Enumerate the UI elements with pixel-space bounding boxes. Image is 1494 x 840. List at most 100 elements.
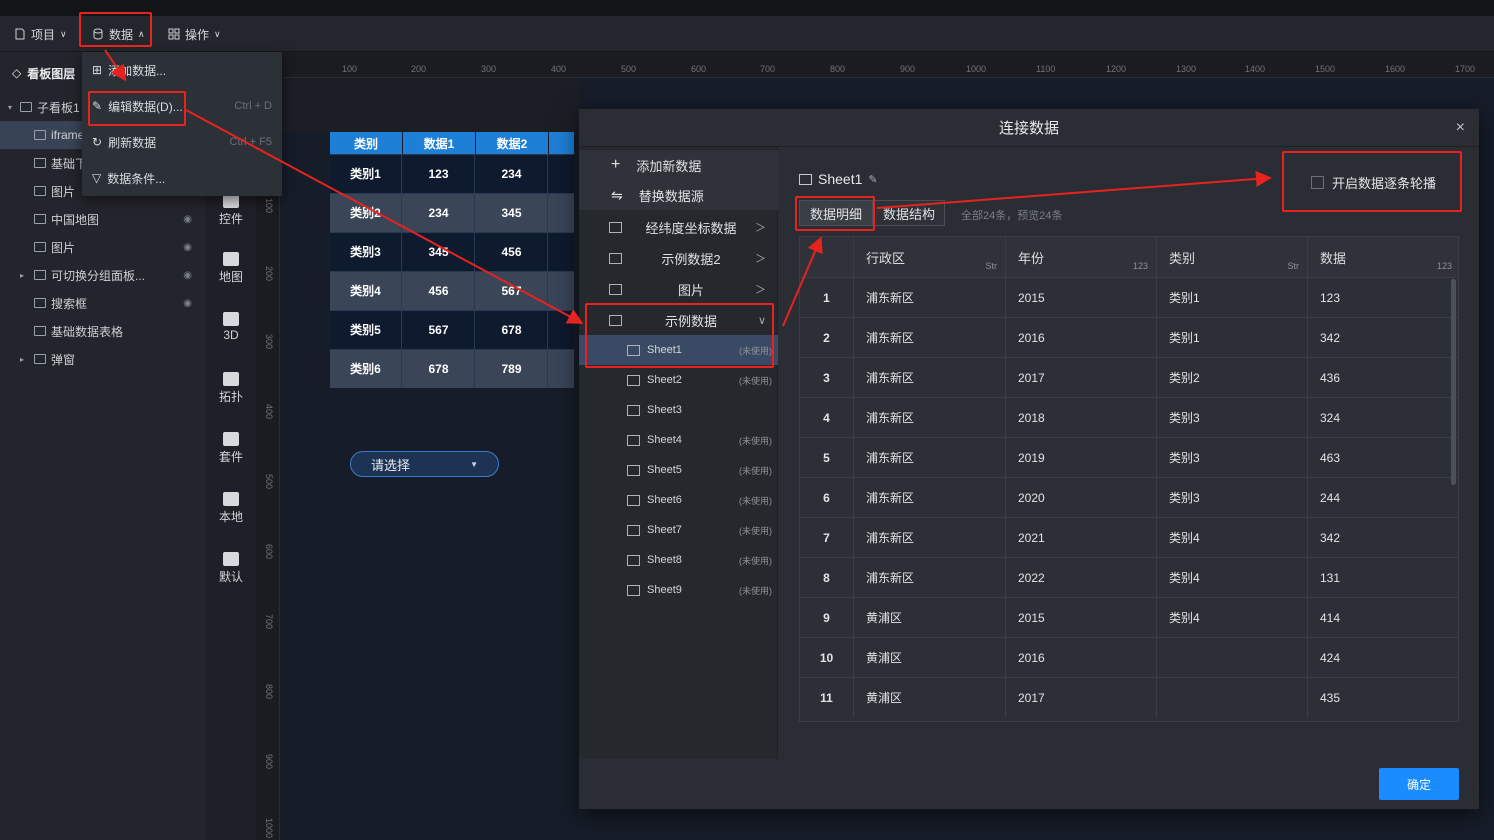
sheet-name: Sheet5 xyxy=(647,464,682,476)
row-index: 4 xyxy=(800,397,854,437)
table-cell: 黄浦区 xyxy=(854,597,1006,637)
menu-data[interactable]: 数据 ∧ xyxy=(92,16,145,52)
replace-source-button[interactable]: ⇋ 替换数据源 xyxy=(579,180,778,210)
menu-item-edit-data[interactable]: ✎ 编辑数据(D)... Ctrl + D xyxy=(82,88,282,124)
caret-right-icon[interactable]: ▸ xyxy=(20,271,24,280)
edit-icon[interactable]: ✎ xyxy=(868,173,877,186)
group-label: 图片 xyxy=(677,282,704,298)
ruler-label: 700 xyxy=(760,64,776,74)
menu-project[interactable]: 项目 ∨ xyxy=(14,16,67,52)
layer-item[interactable]: 中国地图 ◉ xyxy=(0,205,206,233)
group-sample-data-2[interactable]: 示例数据2 ＞ xyxy=(579,243,778,273)
grid-header[interactable]: 年份 123 xyxy=(1006,237,1157,277)
menu-item-label: 数据条件... xyxy=(107,171,166,186)
table-cell: 浦东新区 xyxy=(854,477,1006,517)
horizontal-ruler: 100 200 300 400 500 600 700 800 900 1000… xyxy=(280,52,1494,78)
group-images[interactable]: 图片 ＞ xyxy=(579,274,778,304)
group-sample-data[interactable]: 示例数据 ∨ xyxy=(579,305,778,335)
layer-item[interactable]: ▸ 弹窗 xyxy=(0,345,206,373)
table-cell: 类别6 xyxy=(330,349,402,388)
layers-title: 看板图层 xyxy=(27,66,76,81)
add-new-data-button[interactable]: + 添加新数据 xyxy=(579,150,778,180)
type-badge: 123 xyxy=(1132,261,1148,271)
table-cell: 234 xyxy=(476,154,548,193)
layer-label: 图片 xyxy=(51,184,76,199)
caret-down-icon[interactable]: ▾ xyxy=(8,103,12,112)
row-index: 9 xyxy=(800,597,854,637)
tool-label: 套件 xyxy=(218,450,243,464)
data-menu-dropdown: ⊞ 添加数据... ✎ 编辑数据(D)... Ctrl + D ↻ 刷新数据 C… xyxy=(82,52,282,196)
group-geo-data[interactable]: 经纬度坐标数据 ＞ xyxy=(579,212,778,242)
row-index: 7 xyxy=(800,517,854,557)
table-cell: 类别1 xyxy=(1157,277,1308,317)
ruler-label: 1300 xyxy=(1176,64,1197,74)
table-cell: 2018 xyxy=(1006,397,1157,437)
eye-off-icon[interactable]: ◉ xyxy=(183,270,192,281)
tool-label: 地图 xyxy=(218,270,243,284)
replace-source-label: 替换数据源 xyxy=(638,188,704,204)
layer-item[interactable]: 基础数据表格 xyxy=(0,317,206,345)
table-cell: 414 xyxy=(1308,597,1458,637)
ruler-label: 500 xyxy=(621,64,637,74)
sheet-item[interactable]: Sheet1 (未使用) xyxy=(579,335,778,365)
layer-icon xyxy=(34,130,46,140)
tool-label: 控件 xyxy=(218,212,243,226)
table-cell: 567 xyxy=(403,310,475,349)
table-cell: 浦东新区 xyxy=(854,437,1006,477)
tool-4[interactable]: 拓扑 xyxy=(206,372,256,405)
sheet-item[interactable]: Sheet6 (未使用) xyxy=(579,485,778,515)
tool-3[interactable]: 3D xyxy=(206,312,256,342)
sheet-item[interactable]: Sheet4 (未使用) xyxy=(579,425,778,455)
menu-item-refresh-data[interactable]: ↻ 刷新数据 Ctrl + F5 xyxy=(82,124,282,160)
row-index: 5 xyxy=(800,437,854,477)
sheet-item[interactable]: Sheet2 (未使用) xyxy=(579,365,778,395)
tool-1[interactable]: 控件 xyxy=(206,194,256,227)
type-badge: 123 xyxy=(1436,261,1452,271)
chevron-down-icon: ∨ xyxy=(757,314,766,327)
table-icon xyxy=(627,434,640,446)
column-name: 类别 xyxy=(1169,250,1196,266)
menu-item-add-data[interactable]: ⊞ 添加数据... xyxy=(82,52,282,88)
ruler-label: 800 xyxy=(830,64,846,74)
grid-scrollbar[interactable] xyxy=(1451,279,1456,485)
tab-data-structure[interactable]: 数据结构 xyxy=(873,200,945,226)
table-icon xyxy=(627,554,640,566)
ruler-label: 1500 xyxy=(1315,64,1336,74)
tab-data-detail[interactable]: 数据明细 xyxy=(799,200,873,226)
layer-icon xyxy=(34,270,46,280)
sample-data-table[interactable]: 类别 数据1 数据2 类别1 123 234 类别2 234 345 类别3 345 456 类别… xyxy=(330,132,574,390)
tool-6[interactable]: 本地 xyxy=(206,492,256,525)
eye-off-icon[interactable]: ◉ xyxy=(183,242,192,253)
type-badge: Str xyxy=(1287,261,1299,271)
sheet-item[interactable]: Sheet7 (未使用) xyxy=(579,515,778,545)
tool-2[interactable]: 地图 xyxy=(206,252,256,285)
caret-down-icon: ▼ xyxy=(470,459,478,469)
close-icon[interactable]: × xyxy=(1456,119,1465,137)
menu-item-data-condition[interactable]: ▽ 数据条件... xyxy=(82,160,282,196)
sheet-item[interactable]: Sheet5 (未使用) xyxy=(579,455,778,485)
menu-ops[interactable]: 操作 ∨ xyxy=(168,16,221,52)
select-dropdown[interactable]: 请选择 ▼ xyxy=(350,451,499,477)
sheet-item[interactable]: Sheet3 xyxy=(579,395,778,425)
ruler-label: 600 xyxy=(264,544,274,560)
grid-header[interactable]: 行政区 Str xyxy=(854,237,1006,277)
tool-5[interactable]: 套件 xyxy=(206,432,256,465)
table-cell: 2022 xyxy=(1006,557,1157,597)
layer-item[interactable]: 图片 ◉ xyxy=(0,233,206,261)
layer-item[interactable]: ▸ 可切换分组面板... ◉ xyxy=(0,261,206,289)
eye-off-icon[interactable]: ◉ xyxy=(183,298,192,309)
rotate-option[interactable]: 开启数据逐条轮播 xyxy=(1311,173,1436,192)
grid-header[interactable]: 数据 123 xyxy=(1308,237,1458,277)
sheet-item[interactable]: Sheet8 (未使用) xyxy=(579,545,778,575)
checkbox[interactable] xyxy=(1311,176,1324,189)
confirm-button[interactable]: 确定 xyxy=(1379,768,1459,800)
ruler-label: 600 xyxy=(691,64,707,74)
layer-item[interactable]: 搜索框 ◉ xyxy=(0,289,206,317)
tool-7[interactable]: 默认 xyxy=(206,552,256,585)
table-header: 数据1 xyxy=(403,132,475,154)
grid-header[interactable]: 类别 Str xyxy=(1157,237,1308,277)
ruler-label: 300 xyxy=(481,64,497,74)
caret-right-icon[interactable]: ▸ xyxy=(20,355,24,364)
eye-off-icon[interactable]: ◉ xyxy=(183,214,192,225)
sheet-item[interactable]: Sheet9 (未使用) xyxy=(579,575,778,605)
